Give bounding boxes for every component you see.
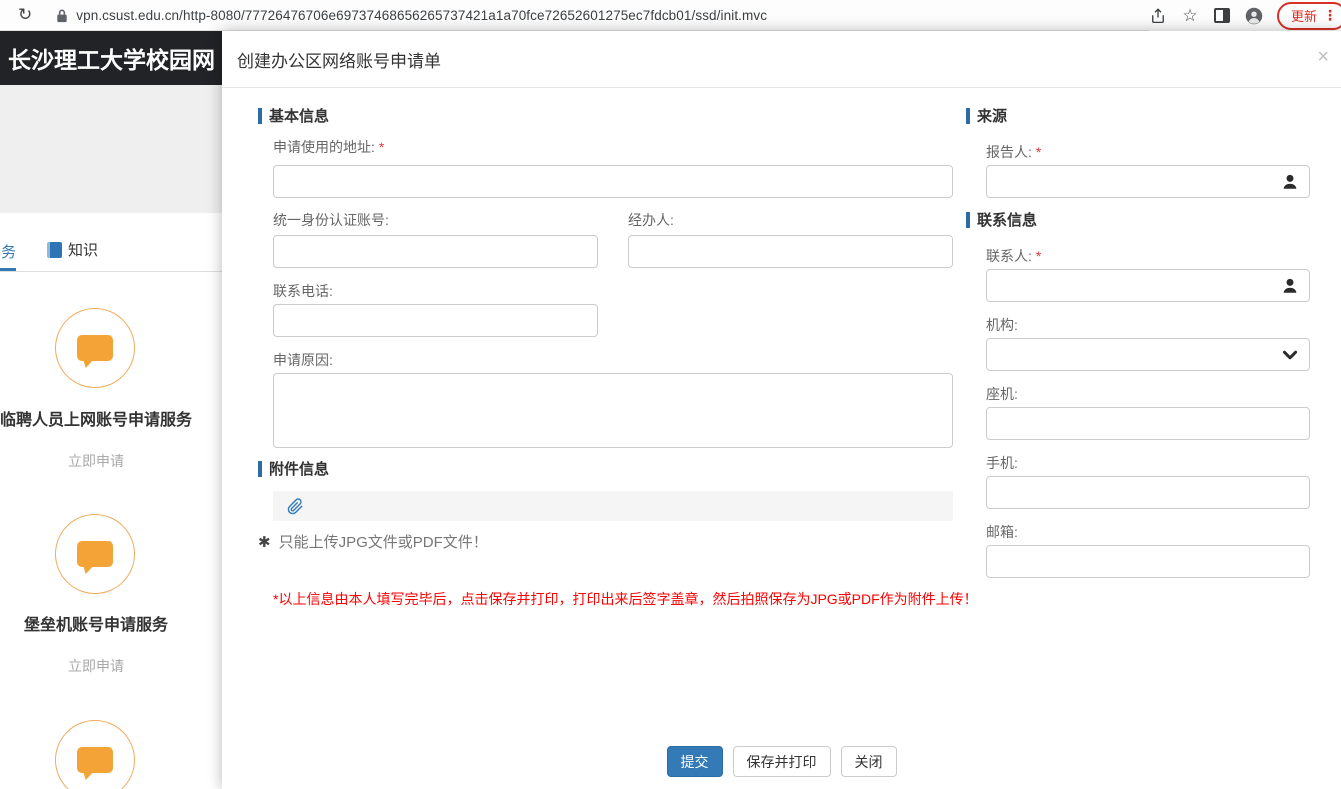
- chat-bubble-icon: [77, 335, 113, 361]
- reason-textarea[interactable]: [273, 373, 953, 448]
- book-icon: [47, 242, 62, 258]
- service-icon-partial[interactable]: [55, 720, 135, 789]
- site-brand-title: 长沙理工大学校园网: [8, 41, 215, 75]
- landline-input[interactable]: [986, 407, 1310, 440]
- reporter-input[interactable]: [987, 166, 1281, 197]
- phone-input[interactable]: [273, 304, 598, 337]
- section-source-label: 来源: [977, 105, 1007, 126]
- save-and-print-button[interactable]: 保存并打印: [733, 746, 831, 777]
- reload-icon[interactable]: ↻: [18, 5, 32, 25]
- tab-knowledge-label: 知识: [68, 239, 98, 260]
- modal-close-icon[interactable]: ×: [1317, 47, 1329, 67]
- tab-services-partial[interactable]: 务: [1, 241, 16, 262]
- mobile-label: 手机:: [986, 453, 1018, 473]
- share-icon[interactable]: [1149, 7, 1167, 25]
- browser-toolbar: ↻ vpn.csust.edu.cn/http-8080/77726476706…: [0, 0, 1341, 31]
- person-icon[interactable]: [1281, 277, 1299, 295]
- asterisk-note-icon: ✱: [258, 533, 271, 551]
- section-accent-bar: [966, 108, 970, 124]
- service-title-temp-staff[interactable]: 临聘人员上网账号申请服务: [0, 411, 192, 430]
- section-attachment-info: 附件信息: [258, 458, 329, 479]
- chat-bubble-icon: [77, 747, 113, 773]
- paperclip-icon: [287, 498, 304, 515]
- section-basic-info: 基本信息: [258, 105, 329, 126]
- lock-icon[interactable]: [56, 8, 68, 23]
- organization-label: 机构:: [986, 315, 1018, 335]
- section-accent-bar: [258, 461, 262, 477]
- reason-label: 申请原因:: [273, 350, 333, 370]
- section-accent-bar: [258, 108, 262, 124]
- attachment-upload-bar[interactable]: [273, 491, 953, 521]
- browser-menu-dots-icon[interactable]: ⋮: [1323, 7, 1337, 24]
- required-asterisk: *: [1036, 144, 1041, 160]
- contact-person-picker[interactable]: [986, 269, 1310, 302]
- service-icon-bastion[interactable]: [55, 514, 135, 594]
- attachment-note-row: ✱ 只能上传JPG文件或PDF文件！: [258, 531, 488, 552]
- handler-input[interactable]: [628, 235, 953, 268]
- tab-knowledge[interactable]: 知识: [47, 239, 98, 260]
- service-icon-temp-staff[interactable]: [55, 308, 135, 388]
- reporter-picker[interactable]: [986, 165, 1310, 198]
- update-button[interactable]: 更新 ⋮: [1277, 2, 1341, 30]
- chevron-down-icon[interactable]: [1281, 346, 1299, 364]
- reporter-label: 报告人:*: [986, 142, 1041, 162]
- sso-account-input[interactable]: [273, 235, 598, 268]
- close-button[interactable]: 关闭: [841, 746, 897, 777]
- update-label: 更新: [1291, 6, 1317, 25]
- contact-person-input[interactable]: [987, 270, 1281, 301]
- contact-person-label: 联系人:*: [986, 246, 1041, 266]
- profile-avatar[interactable]: [1245, 7, 1263, 25]
- service-apply-link-temp-staff[interactable]: 立即申请: [0, 451, 192, 471]
- handler-label: 经办人:: [628, 210, 674, 230]
- modal-header: 创建办公区网络账号申请单 ×: [222, 31, 1341, 88]
- bookmark-star-icon[interactable]: ☆: [1181, 7, 1199, 25]
- email-label: 邮箱:: [986, 522, 1018, 542]
- modal-title: 创建办公区网络账号申请单: [237, 47, 441, 72]
- chat-bubble-icon: [77, 541, 113, 567]
- organization-select-value[interactable]: [987, 339, 1281, 370]
- modal-footer: 提交 保存并打印 关闭: [222, 746, 1341, 777]
- address-input[interactable]: [273, 165, 953, 198]
- attachment-note-text: 只能上传JPG文件或PDF文件！: [279, 531, 488, 552]
- service-title-bastion[interactable]: 堡垒机账号申请服务: [0, 616, 192, 635]
- required-asterisk: *: [1036, 248, 1041, 264]
- mobile-input[interactable]: [986, 476, 1310, 509]
- reporter-label-text: 报告人:: [986, 144, 1032, 160]
- contact-person-label-text: 联系人:: [986, 248, 1032, 264]
- section-attachment-info-label: 附件信息: [269, 458, 329, 479]
- form-warning-text: *以上信息由本人填写完毕后，点击保存并打印，打印出来后签字盖章，然后拍照保存为J…: [273, 589, 978, 609]
- landline-label: 座机:: [986, 384, 1018, 404]
- address-label: 申请使用的地址:*: [273, 137, 384, 157]
- email-input[interactable]: [986, 545, 1310, 578]
- address-label-text: 申请使用的地址:: [273, 139, 375, 155]
- service-apply-link-bastion[interactable]: 立即申请: [0, 656, 192, 676]
- side-panel-icon[interactable]: [1213, 7, 1231, 25]
- section-contact-info-label: 联系信息: [977, 209, 1037, 230]
- section-basic-info-label: 基本信息: [269, 105, 329, 126]
- section-contact-info: 联系信息: [966, 209, 1037, 230]
- screen: ↻ vpn.csust.edu.cn/http-8080/77726476706…: [0, 0, 1341, 789]
- section-source: 来源: [966, 105, 1007, 126]
- submit-button[interactable]: 提交: [667, 746, 723, 777]
- address-bar-url[interactable]: vpn.csust.edu.cn/http-8080/77726476706e6…: [76, 8, 767, 23]
- section-accent-bar: [966, 212, 970, 228]
- phone-label: 联系电话:: [273, 281, 333, 301]
- browser-actions: ☆ 更新 ⋮: [1149, 0, 1341, 31]
- required-asterisk: *: [379, 139, 384, 155]
- side-panel-glyph: [1214, 8, 1230, 23]
- organization-select[interactable]: [986, 338, 1310, 371]
- create-network-account-modal: 创建办公区网络账号申请单 × 基本信息 申请使用的地址:* 统一身份认证账号: …: [222, 31, 1341, 789]
- person-icon[interactable]: [1281, 173, 1299, 191]
- sso-account-label: 统一身份认证账号:: [273, 210, 389, 230]
